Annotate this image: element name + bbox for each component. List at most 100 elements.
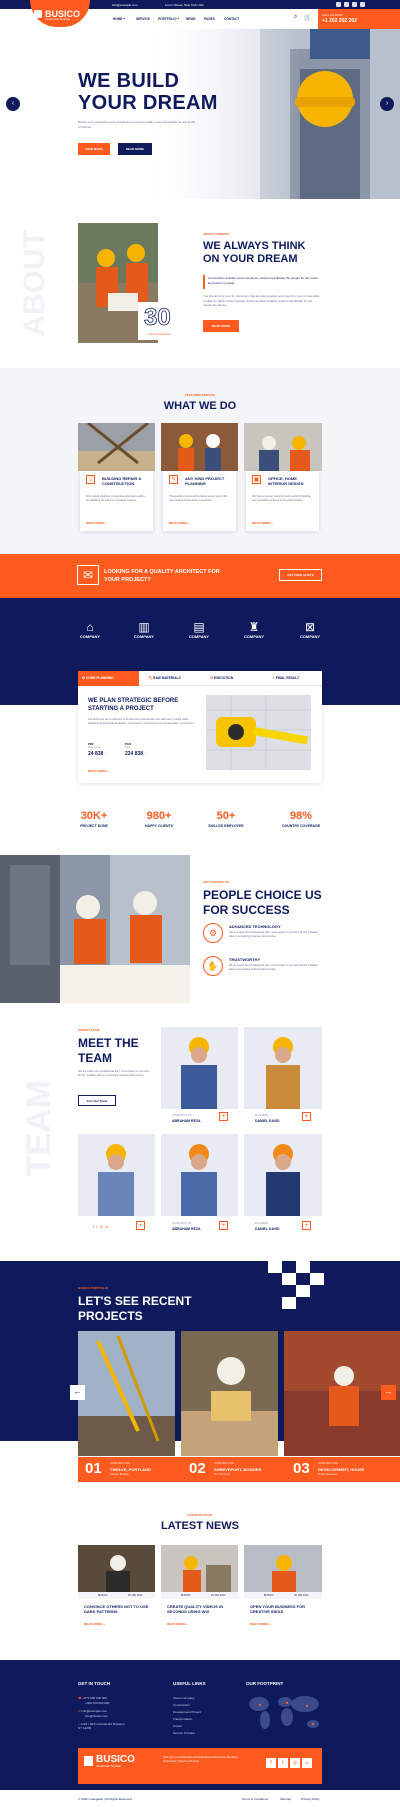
why-kicker: WHY CHOOSE US	[203, 880, 229, 884]
stat-label-4: COUNTRY COVERAGE	[281, 824, 321, 828]
nav-service[interactable]: SERVICE	[136, 17, 150, 21]
partner-name-3: COMPANY	[188, 634, 210, 639]
footer-link-2[interactable]: Construction	[173, 1703, 190, 1707]
tab-tape-measure-image	[206, 695, 311, 770]
footer-logo[interactable]: BUSICO	[96, 1754, 135, 1765]
partner-logo-1[interactable]: ⌂ COMPANY	[70, 620, 110, 650]
handshake-icon: ✋	[203, 956, 223, 976]
service-card-3[interactable]: ▣ OFFICE, HOME INTERIOR DESIGN We have a…	[246, 471, 319, 531]
top-address: Lorem Street, New York USA	[165, 3, 204, 7]
footer-linkedin-icon[interactable]: in	[302, 1758, 312, 1768]
member-social[interactable]: f t ◎ in	[93, 1224, 109, 1229]
privacy-link[interactable]: Privacy Policy	[301, 1797, 320, 1801]
nav-news[interactable]: NEWS	[186, 17, 196, 21]
footer-facebook-icon[interactable]: f	[266, 1758, 276, 1768]
news-link-2[interactable]: READ MORE +	[167, 1622, 188, 1626]
tab-execution[interactable]: ⚒ EXECUTION	[210, 676, 233, 680]
footer-emails: ✉ info@example.com	[78, 1709, 107, 1713]
footer-twitter-icon[interactable]: t	[278, 1758, 288, 1768]
news-image-2	[161, 1545, 238, 1592]
partner-mark-4-icon: ♜	[248, 620, 260, 634]
sitemap-link[interactable]: Sitemap	[280, 1797, 291, 1801]
projects-next-arrow[interactable]: →	[381, 1385, 396, 1400]
partner-mark-3-icon: ▤	[193, 620, 205, 634]
partner-logo-4[interactable]: ♜ COMPANY	[234, 620, 274, 650]
partner-mark-2-icon: ▥	[138, 620, 150, 634]
tab-core-planning[interactable]: ⚙ CORE PLANNING	[82, 676, 114, 680]
nav-pages[interactable]: PAGES	[204, 17, 215, 21]
footer-link-6[interactable]: Service Provider	[173, 1731, 195, 1735]
tab-title-line1: WE PLAN STRATEGIC BEFORE	[88, 698, 179, 704]
member-plus-5[interactable]: +	[302, 1221, 311, 1230]
footer-link-3[interactable]: Development Project	[173, 1710, 201, 1714]
member-name-2[interactable]: DANIEL DAVID	[255, 1119, 280, 1123]
hero-prev-arrow[interactable]: ‹	[6, 97, 20, 111]
footer-link-4[interactable]: Transportation	[173, 1717, 192, 1721]
projects-prev-arrow[interactable]: ←	[70, 1385, 85, 1400]
service-link-3[interactable]: READ MORE +	[252, 521, 273, 525]
service-link-1[interactable]: READ MORE +	[86, 521, 107, 525]
join-team-button[interactable]: Join Our Team	[78, 1095, 116, 1106]
member-plus-3[interactable]: +	[136, 1221, 145, 1230]
about-read-more-button[interactable]: READ MORE	[203, 320, 239, 332]
project-title-2[interactable]: SHREVEPORT, BOSSIER	[214, 1467, 261, 1472]
project-sub-1: Chicago Building	[110, 1473, 129, 1476]
footer-email-2[interactable]: info@busico.com	[85, 1714, 108, 1718]
partner-logo-3[interactable]: ▤ COMPANY	[179, 620, 219, 650]
member-name-5[interactable]: DANIEL DAVID	[255, 1227, 280, 1231]
partner-logo-5[interactable]: ⊠ COMPANY	[290, 620, 330, 650]
member-plus-4[interactable]: +	[219, 1221, 228, 1230]
footer-phones: ☎ +673 000 000 000	[78, 1696, 107, 1700]
service-link-2[interactable]: READ MORE +	[169, 521, 190, 525]
news-link-1[interactable]: READ MORE +	[84, 1622, 105, 1626]
footer-link-1[interactable]: About Company	[173, 1696, 195, 1700]
footer-phone-2[interactable]: +000 000 000 000	[85, 1701, 109, 1705]
cart-icon[interactable]: 🛒	[304, 14, 311, 21]
project-title-1[interactable]: TWELVE, PORTLAND	[110, 1467, 151, 1472]
service-title-3: OFFICE, HOME INTERIOR DESIGN	[268, 476, 304, 486]
call-box[interactable]: CALL US NOW +1 202 202 202	[318, 9, 400, 29]
footer-instagram-icon[interactable]: ◎	[290, 1758, 300, 1768]
footer-phone-1[interactable]: +673 000 000 000	[83, 1696, 107, 1700]
news-link-3[interactable]: READ MORE +	[250, 1622, 271, 1626]
member-plus-2[interactable]: +	[302, 1112, 311, 1121]
news-title-3[interactable]: OPEN YOUR BUSINESS FOR CREATIVE IDEAS	[250, 1604, 316, 1614]
nav-portfolio[interactable]: PORTFOLIO +	[158, 17, 179, 21]
tab-read-more-link[interactable]: READ MORE +	[88, 769, 109, 773]
project-title-3[interactable]: DEVELOPMENT, HOUSE	[318, 1467, 364, 1472]
footer-newsletter-text: Here are our construction and engineerin…	[163, 1756, 238, 1763]
stat-number-1: 30K+	[80, 810, 108, 822]
member-photo-3	[78, 1134, 155, 1216]
member-name-4[interactable]: ABRAHAM REZA	[172, 1227, 201, 1231]
checker-decoration	[268, 1261, 324, 1309]
nav-home[interactable]: HOME +	[113, 17, 125, 21]
news-kicker: OUR BLOG POST	[187, 1513, 213, 1517]
tab-raw-materials[interactable]: ⛏ RAW MATERIALS	[148, 676, 181, 680]
terms-link[interactable]: Terms & Conditions	[242, 1797, 268, 1801]
instagram-icon[interactable]	[360, 2, 365, 7]
hero-next-arrow[interactable]: ›	[380, 97, 394, 111]
hero-view-more-button[interactable]: VIEW MORE	[78, 143, 110, 155]
member-plus-1[interactable]: +	[219, 1112, 228, 1121]
nav-contact[interactable]: CONTACT	[224, 17, 239, 21]
member-name-1[interactable]: ABRAHAM REZA	[172, 1119, 201, 1123]
top-email[interactable]: info@example.com	[112, 3, 138, 7]
tab-final-result[interactable]: ✓ FINAL RESULT	[272, 676, 299, 680]
news-title-2[interactable]: CREATE QUALITY VIDEOS IN SECONDS USING W…	[167, 1604, 233, 1614]
feature-text-1: We an expert and professional don't must…	[229, 931, 319, 938]
facebook-icon[interactable]	[336, 2, 341, 7]
linkedin-icon[interactable]	[352, 2, 357, 7]
twitter-icon[interactable]	[344, 2, 349, 7]
hero-read-more-button[interactable]: READ MORE	[118, 143, 152, 155]
cta-quote-button[interactable]: GET FREE QUOTE	[279, 569, 322, 581]
footer-link-5[interactable]: Career	[173, 1724, 182, 1728]
search-icon[interactable]: ⌕	[294, 14, 297, 21]
partner-logo-2[interactable]: ▥ COMPANY	[124, 620, 164, 650]
service-card-2[interactable]: ✎ ANY KIND PROJECT PLANNING Thousands of…	[163, 471, 236, 531]
footer-email-1[interactable]: info@example.com	[81, 1709, 107, 1713]
news-title-1[interactable]: CONVINCE OTHERS NOT TO USE DARK PATTERNS	[84, 1604, 150, 1614]
team-kicker: EXPERT TEAM	[78, 1028, 100, 1032]
service-card-1[interactable]: ⌂ BUILDING REPAIR & CONSTRUCTION We prov…	[80, 471, 153, 531]
footer-logo-sub: Construction Template	[96, 1765, 121, 1768]
stat-number-4: 98%	[289, 810, 313, 822]
